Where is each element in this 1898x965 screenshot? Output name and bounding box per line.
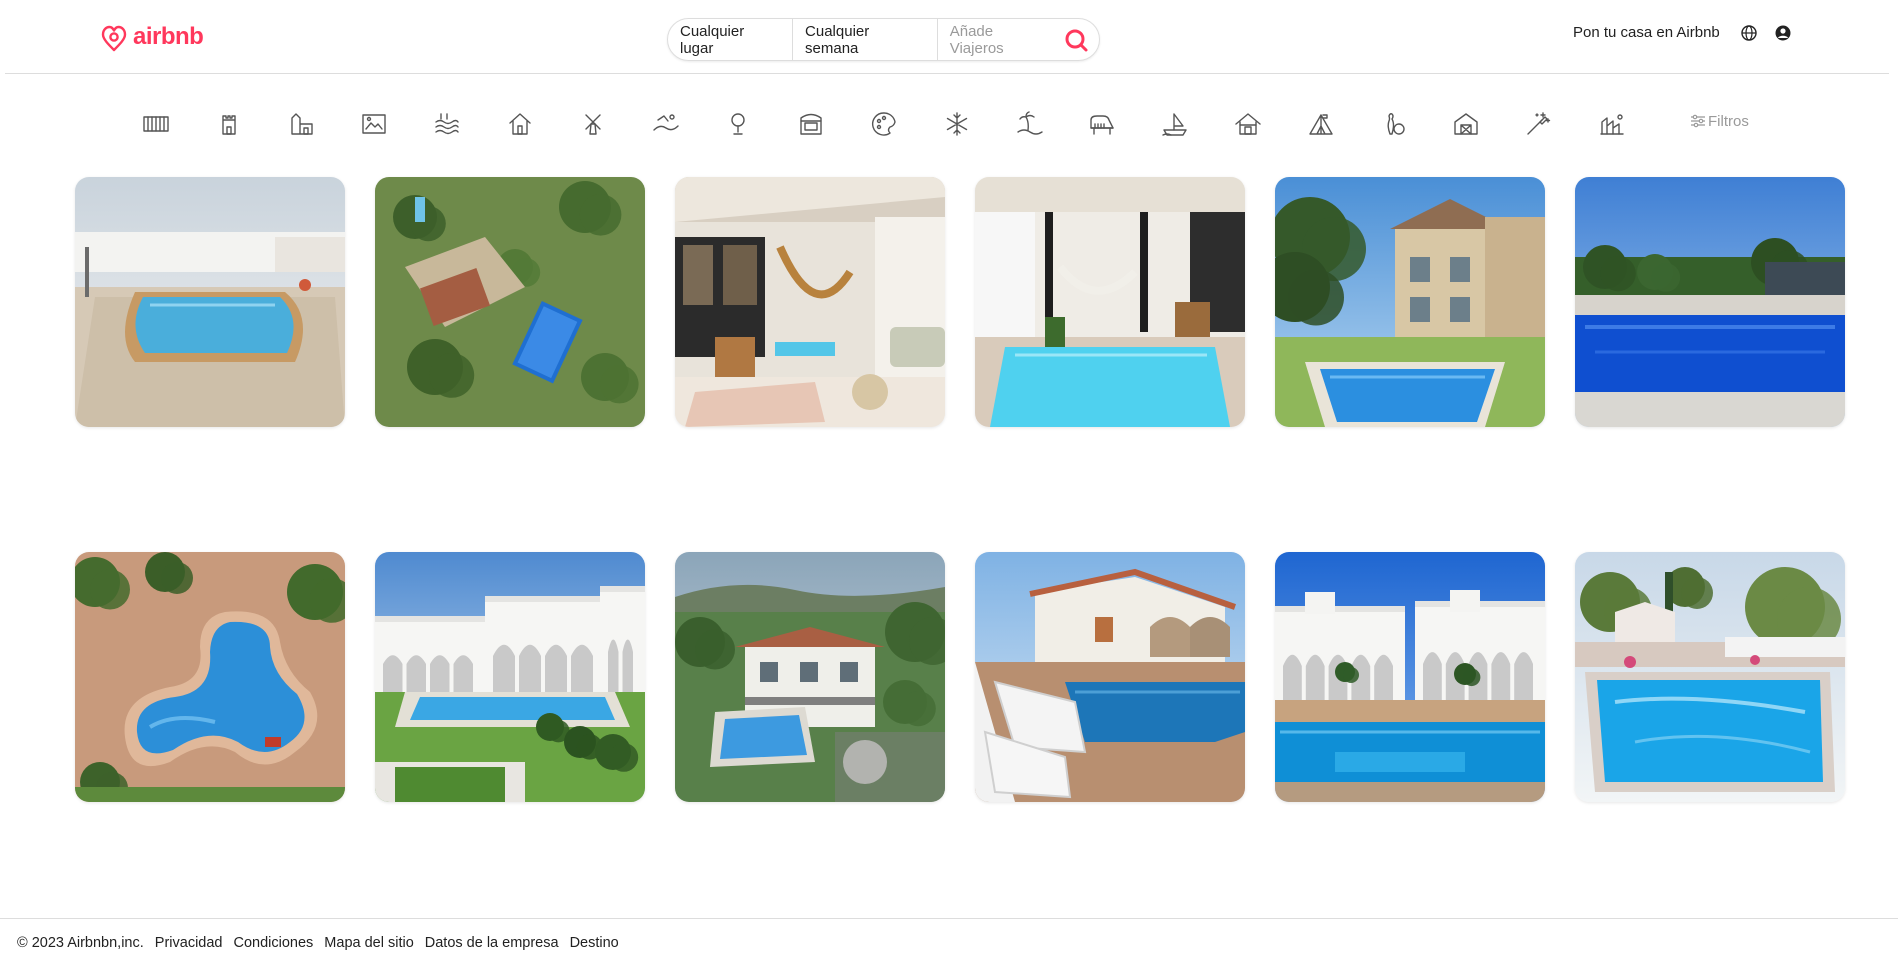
airbnb-logo-icon bbox=[101, 25, 127, 52]
category-magic[interactable] bbox=[1523, 108, 1555, 140]
listing-photo bbox=[675, 552, 945, 802]
category-beachfront[interactable] bbox=[140, 108, 172, 140]
grand-piano-icon bbox=[1090, 115, 1115, 135]
barn-icon bbox=[1454, 113, 1479, 135]
footer-link-company-details[interactable]: Datos de la empresa bbox=[425, 935, 559, 951]
camping-icon bbox=[1309, 114, 1333, 135]
footer-link-sitemap[interactable]: Mapa del sitio bbox=[324, 935, 413, 951]
listing-photo bbox=[375, 552, 645, 802]
footer-link-privacy[interactable]: Privacidad bbox=[155, 935, 223, 951]
category-lakefront[interactable] bbox=[431, 108, 463, 140]
listing-photo bbox=[975, 552, 1245, 802]
boat-icon bbox=[1162, 113, 1187, 136]
category-castles[interactable] bbox=[286, 108, 318, 140]
cabin-icon bbox=[1235, 113, 1261, 135]
listing-photo bbox=[1575, 177, 1845, 427]
tiny-home-icon bbox=[509, 113, 531, 135]
photo-icon bbox=[362, 114, 387, 134]
listing-card[interactable] bbox=[675, 177, 945, 427]
island-icon bbox=[1016, 111, 1043, 135]
category-design[interactable] bbox=[795, 108, 827, 140]
search-button[interactable] bbox=[1062, 25, 1092, 55]
category-boat[interactable] bbox=[1159, 108, 1191, 140]
search-guests-button[interactable]: Añade Viajeros bbox=[936, 19, 1062, 60]
category-camping[interactable] bbox=[1305, 108, 1337, 140]
category-castle[interactable] bbox=[213, 108, 245, 140]
listing-card[interactable] bbox=[1575, 552, 1845, 802]
category-golf[interactable] bbox=[722, 108, 754, 140]
vineyard-icon bbox=[1600, 114, 1624, 135]
listing-card[interactable] bbox=[375, 552, 645, 802]
category-vineyard[interactable] bbox=[1596, 108, 1628, 140]
user-icon[interactable] bbox=[1774, 24, 1792, 42]
listing-photo bbox=[1575, 552, 1845, 802]
brand-name: airbnb bbox=[133, 23, 204, 50]
castles-icon bbox=[290, 113, 313, 135]
top-header: airbnb Cualquier lugar Cualquier semana … bbox=[5, 0, 1889, 74]
category-arctic[interactable] bbox=[941, 108, 973, 140]
category-windmill[interactable] bbox=[577, 108, 609, 140]
search-icon bbox=[1065, 29, 1088, 51]
surfing-icon bbox=[652, 114, 679, 131]
listing-photo bbox=[375, 177, 645, 427]
listing-photo bbox=[1275, 177, 1545, 427]
search-when-button[interactable]: Cualquier semana bbox=[792, 19, 937, 60]
category-photo[interactable] bbox=[358, 108, 390, 140]
listing-photo bbox=[975, 177, 1245, 427]
listing-card[interactable] bbox=[975, 552, 1245, 802]
category-island[interactable] bbox=[1014, 108, 1046, 140]
castle-icon bbox=[222, 115, 236, 135]
filters-button[interactable]: Filtros bbox=[1690, 110, 1749, 132]
page: airbnb Cualquier lugar Cualquier semana … bbox=[0, 0, 1898, 965]
category-creative[interactable] bbox=[868, 108, 900, 140]
listing-card[interactable] bbox=[1575, 177, 1845, 427]
listing-card[interactable] bbox=[675, 552, 945, 802]
bowling-icon bbox=[1387, 113, 1405, 135]
design-icon bbox=[800, 113, 822, 135]
listing-photo bbox=[75, 552, 345, 802]
sliders-icon bbox=[1691, 114, 1705, 128]
filters-label: Filtros bbox=[1708, 112, 1749, 130]
search-bar[interactable]: Cualquier lugar Cualquier semana Añade V… bbox=[667, 18, 1100, 61]
golf-icon bbox=[731, 113, 746, 135]
host-your-home-link[interactable]: Pon tu casa en Airbnb bbox=[1573, 24, 1720, 41]
footer-link-terms[interactable]: Condiciones bbox=[233, 935, 313, 951]
airbnb-logo[interactable]: airbnb bbox=[99, 20, 204, 54]
listing-card[interactable] bbox=[375, 177, 645, 427]
magic-icon bbox=[1527, 112, 1551, 135]
windmill-icon bbox=[585, 114, 601, 135]
category-grand-piano[interactable] bbox=[1086, 108, 1118, 140]
search-where-button[interactable]: Cualquier lugar bbox=[668, 19, 792, 60]
listing-card[interactable] bbox=[1275, 177, 1545, 427]
lakefront-icon bbox=[435, 113, 459, 135]
listing-card[interactable] bbox=[1275, 552, 1545, 802]
copyright-text: © 2023 Airbnbn,inc. bbox=[17, 934, 144, 951]
listing-photo bbox=[675, 177, 945, 427]
listing-card[interactable] bbox=[975, 177, 1245, 427]
category-bowling[interactable] bbox=[1378, 108, 1410, 140]
footer-link-destinations[interactable]: Destino bbox=[570, 935, 619, 951]
listing-card[interactable] bbox=[75, 552, 345, 802]
category-cabin[interactable] bbox=[1232, 108, 1264, 140]
category-surfing[interactable] bbox=[650, 108, 682, 140]
listing-photo bbox=[1275, 552, 1545, 802]
listing-card[interactable] bbox=[75, 177, 345, 427]
category-barn[interactable] bbox=[1450, 108, 1482, 140]
creative-icon bbox=[872, 112, 896, 136]
beachfront-icon bbox=[143, 116, 169, 132]
globe-icon[interactable] bbox=[1740, 24, 1758, 42]
arctic-icon bbox=[946, 112, 967, 136]
category-bar bbox=[140, 108, 1760, 140]
category-tiny-home[interactable] bbox=[504, 108, 536, 140]
listing-photo bbox=[75, 177, 345, 427]
footer: © 2023 Airbnbn,inc. Privacidad Condicion… bbox=[0, 918, 1898, 965]
